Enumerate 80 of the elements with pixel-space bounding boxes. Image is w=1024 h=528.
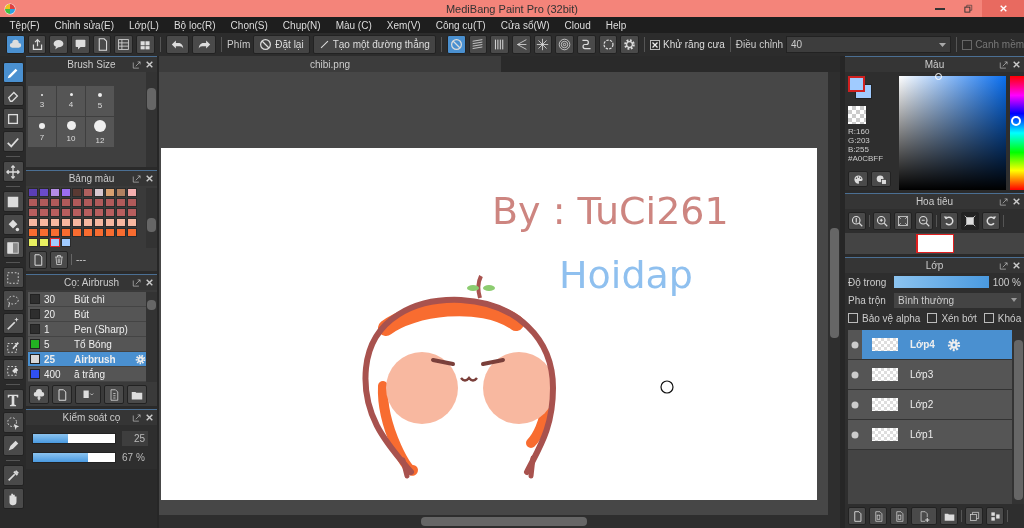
panel-title: Kiểm soát cọ bbox=[62, 412, 121, 423]
layer-name: Lớp3 bbox=[910, 369, 934, 380]
color-value: R:160 bbox=[848, 127, 871, 136]
menu-item[interactable]: Help bbox=[598, 19, 634, 31]
panel-title: Hoa tiêu bbox=[915, 196, 954, 207]
snap-label: Phím bbox=[226, 39, 251, 50]
brush-list-item[interactable]: 20 Bút bbox=[28, 307, 146, 322]
brush-size-cell[interactable]: 10 bbox=[57, 117, 85, 147]
menu-item[interactable]: Màu (C) bbox=[328, 19, 380, 31]
brush-list-item[interactable]: 5 Tổ Bóng bbox=[28, 337, 146, 352]
brush-size-value: 3 bbox=[39, 99, 45, 109]
brush-name: ă trắng bbox=[74, 368, 107, 380]
menu-item[interactable]: Xem(V) bbox=[379, 19, 429, 31]
panel-title: Bảng màu bbox=[68, 173, 115, 184]
brush-size: 400 bbox=[44, 368, 62, 380]
window-title: MediBang Paint Pro (32bit) bbox=[444, 2, 580, 15]
brush-list-item[interactable]: 30 Bút chì bbox=[28, 292, 146, 307]
brush-size-value: 5 bbox=[97, 100, 103, 110]
panel-title: Brush Size bbox=[67, 59, 116, 70]
brush-size-value: 12 bbox=[95, 135, 105, 145]
brush-size-cell[interactable]: 5 bbox=[86, 86, 114, 116]
color-value: #A0CBFF bbox=[848, 154, 885, 163]
size-value[interactable]: 25 bbox=[122, 431, 148, 446]
canvas-text: Hoidap bbox=[559, 253, 693, 297]
menu-item[interactable]: Cloud bbox=[557, 19, 599, 31]
checkbox-label: Xén bớt bbox=[941, 312, 977, 324]
layer-name: Lớp4 bbox=[910, 339, 935, 350]
menu-item[interactable]: Bộ lọc(R) bbox=[166, 19, 224, 31]
opacity-value: 100 % bbox=[992, 276, 1021, 288]
brush-list-item[interactable]: 400 ă trắng bbox=[28, 367, 146, 382]
brush-size: 20 bbox=[44, 308, 57, 320]
layer-name: Lớp1 bbox=[910, 429, 934, 440]
brush-size-value: 7 bbox=[39, 132, 45, 142]
panel-title: Cọ: Airbrush bbox=[64, 277, 119, 288]
layer-item[interactable]: Lớp1 bbox=[848, 420, 1012, 450]
layer-item[interactable]: Lớp2 bbox=[848, 390, 1012, 420]
checkbox-label: Bảo vệ alpha bbox=[862, 312, 921, 324]
canvas-text: By : TuCi261 bbox=[492, 189, 729, 233]
correction-label: Điều chỉnh bbox=[735, 39, 784, 50]
reset-button[interactable]: Đặt lại bbox=[253, 35, 310, 54]
document-tab[interactable]: chibi.png bbox=[159, 56, 501, 72]
brush-size-cell[interactable]: 12 bbox=[86, 117, 114, 147]
checkbox-label: Khử răng cưa bbox=[663, 39, 725, 50]
brush-name: Airbrush bbox=[74, 353, 117, 365]
brush-name: Bút chì bbox=[74, 293, 107, 305]
brush-size-cell[interactable]: 3 bbox=[28, 86, 56, 116]
panel-title: Lớp bbox=[925, 260, 944, 271]
menu-item[interactable]: Chỉnh sửa(E) bbox=[47, 19, 122, 31]
menu-item[interactable]: Cửa sổ(W) bbox=[493, 19, 558, 31]
correction-dropdown[interactable]: 40 bbox=[786, 36, 952, 53]
checkbox-label: Canh mềm bbox=[975, 39, 1024, 50]
layer-name: Lớp2 bbox=[910, 399, 934, 410]
brush-size: 25 bbox=[44, 353, 57, 365]
brush-name: Bút bbox=[74, 308, 90, 320]
brush-name: Tổ Bóng bbox=[74, 338, 113, 350]
menu-item[interactable]: Chụp(N) bbox=[275, 19, 329, 31]
brush-size-cell[interactable]: 7 bbox=[28, 117, 56, 147]
menu-item[interactable]: Tệp(F) bbox=[2, 19, 47, 31]
brush-list-item[interactable]: 1 Pen (Sharp) bbox=[28, 322, 146, 337]
palette-name: --- bbox=[71, 254, 86, 265]
blend-label: Pha trộn bbox=[848, 294, 887, 306]
color-value: G:203 bbox=[848, 136, 871, 145]
opacity-value: 67 % bbox=[122, 452, 145, 463]
panel-title: Màu bbox=[924, 59, 945, 70]
brush-size-cell[interactable]: 4 bbox=[57, 86, 85, 116]
brush-size: 30 bbox=[44, 293, 57, 305]
blend-mode-dropdown[interactable]: Bình thường bbox=[894, 292, 1021, 308]
brush-size-value: 4 bbox=[68, 100, 74, 109]
color-value: B:255 bbox=[848, 145, 870, 154]
straight-line-button[interactable]: Tạo một đường thẳng bbox=[312, 35, 436, 54]
brush-name: Pen (Sharp) bbox=[74, 323, 129, 335]
opacity-label: Độ trong bbox=[848, 276, 888, 288]
brush-size-value: 10 bbox=[66, 134, 76, 143]
checkbox-label: Khóa bbox=[997, 312, 1022, 324]
brush-size: 1 bbox=[44, 323, 51, 335]
menu-item[interactable]: Công cụ(T) bbox=[428, 19, 494, 31]
brush-size: 5 bbox=[44, 338, 51, 350]
menu-item[interactable]: Chọn(S) bbox=[223, 19, 276, 31]
layer-item[interactable]: Lớp3 bbox=[848, 360, 1012, 390]
menu-item[interactable]: Lớp(L) bbox=[121, 19, 167, 31]
